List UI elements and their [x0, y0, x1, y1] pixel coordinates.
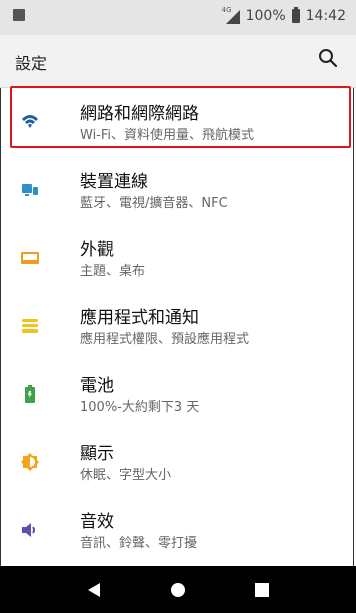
settings-item-title: 顯示: [80, 444, 114, 464]
settings-item-subtitle: 音訊、鈴聲、零打擾: [80, 536, 198, 551]
settings-item-title: 音效: [80, 512, 114, 532]
apps-icon: [22, 319, 38, 333]
battery-icon: [291, 7, 300, 23]
settings-item-subtitle: 休眠、字型大小: [80, 468, 172, 483]
search-icon[interactable]: [318, 48, 338, 68]
navigation-bar: [0, 566, 356, 613]
settings-item-sound[interactable]: 音效 音訊、鈴聲、零打擾: [0, 498, 356, 566]
device-connection-icon: [22, 184, 38, 196]
notification-icon: [13, 9, 25, 21]
settings-item-title: 網路和網際網路: [80, 104, 199, 124]
settings-item-title: 外觀: [80, 240, 114, 260]
settings-item-appearance[interactable]: 外觀 主題、桌布: [0, 226, 356, 294]
home-icon[interactable]: [168, 580, 188, 600]
wifi-icon: [22, 115, 38, 128]
status-right: 4G 100% 14:42: [222, 6, 346, 24]
back-icon[interactable]: [85, 580, 105, 600]
settings-item-subtitle: Wi-Fi、資料使用量、飛航模式: [80, 128, 255, 143]
settings-item-network[interactable]: 網路和網際網路 Wi-Fi、資料使用量、飛航模式: [0, 86, 356, 158]
brightness-icon: [21, 453, 39, 471]
app-bar: 設定: [0, 35, 356, 88]
clock: 14:42: [305, 8, 346, 24]
status-bar: 4G 100% 14:42: [0, 0, 356, 35]
settings-item-subtitle: 藍牙、電視/擴音器、NFC: [80, 196, 228, 211]
page-title: 設定: [15, 54, 48, 73]
settings-item-apps[interactable]: 應用程式和通知 應用程式權限、預設應用程式: [0, 294, 356, 362]
signal-icon: 4G: [222, 6, 240, 24]
settings-item-subtitle: 主題、桌布: [80, 264, 146, 279]
settings-item-title: 裝置連線: [80, 172, 148, 192]
battery-percentage: 100%: [245, 8, 286, 24]
battery-icon: [25, 385, 35, 403]
settings-item-display[interactable]: 顯示 休眠、字型大小: [0, 430, 356, 498]
settings-item-title: 電池: [80, 376, 114, 396]
settings-item-subtitle: 應用程式權限、預設應用程式: [80, 332, 250, 347]
volume-icon: [22, 523, 35, 537]
settings-list: 網路和網際網路 Wi-Fi、資料使用量、飛航模式 裝置連線 藍牙、電視/擴音器、…: [0, 86, 356, 566]
settings-item-device-connection[interactable]: 裝置連線 藍牙、電視/擴音器、NFC: [0, 158, 356, 226]
settings-item-title: 應用程式和通知: [80, 308, 199, 328]
display-icon: [21, 252, 39, 264]
settings-item-subtitle: 100%-大約剩下3 天: [80, 400, 200, 415]
recents-icon[interactable]: [252, 580, 272, 600]
settings-item-battery[interactable]: 電池 100%-大約剩下3 天: [0, 362, 356, 430]
